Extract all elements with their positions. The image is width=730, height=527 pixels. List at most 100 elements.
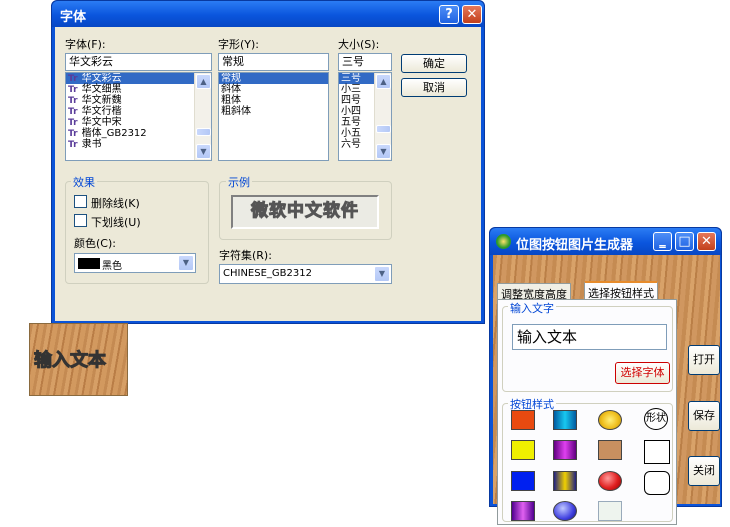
- shape-button[interactable]: 形状: [644, 408, 668, 430]
- style-swatch-violet[interactable]: [511, 501, 535, 521]
- list-item-label: 四号: [341, 95, 361, 106]
- list-item[interactable]: 粗斜体: [219, 106, 328, 117]
- shape-square-button[interactable]: [644, 440, 670, 464]
- list-item[interactable]: Tr 华文中宋: [66, 117, 211, 128]
- style-label: 字形(Y):: [218, 38, 260, 51]
- list-item-label: 华文新魏: [81, 95, 122, 106]
- style-swatch-blue-ball[interactable]: [553, 501, 577, 521]
- sample-preview: 微软中文软件: [231, 195, 379, 229]
- text-input[interactable]: 输入文本: [512, 324, 667, 350]
- generator-title: 位图按钮图片生成器: [516, 238, 634, 253]
- strikeout-checkbox[interactable]: [74, 195, 87, 208]
- list-item[interactable]: Tr 隶书: [66, 139, 211, 150]
- list-item-label: 楷体_GB2312: [81, 128, 147, 139]
- list-item-label: 华文彩云: [81, 73, 122, 84]
- close-button[interactable]: 关闭: [688, 456, 720, 486]
- open-button[interactable]: 打开: [688, 345, 720, 375]
- color-swatch: [78, 258, 100, 269]
- scroll-up-icon[interactable]: ▲: [376, 74, 391, 89]
- chevron-down-icon[interactable]: ▼: [178, 255, 194, 271]
- scroll-down-icon[interactable]: ▼: [376, 144, 391, 159]
- list-item-label: 小五: [341, 128, 361, 139]
- style-swatch-grid[interactable]: [598, 501, 622, 521]
- scroll-up-icon[interactable]: ▲: [196, 74, 211, 89]
- font-input[interactable]: 华文彩云: [65, 53, 212, 71]
- font-dialog: 字体 ? ✕ 字体(F): 华文彩云 Tr 华文彩云 Tr 华文细黑 Tr 华文新魏 Tr 华…: [51, 0, 485, 324]
- tab-style[interactable]: 选择按钮样式: [584, 281, 658, 301]
- list-item[interactable]: Tr 华文细黑: [66, 84, 211, 95]
- style-panel: 输入文字 输入文本 选择字体 按钮样式 形状: [497, 299, 677, 525]
- style-swatch-gold[interactable]: [553, 471, 577, 491]
- list-item-label: 小四: [341, 106, 361, 117]
- shape-rounded-button[interactable]: [644, 471, 670, 495]
- font-dialog-title: 字体: [60, 10, 87, 25]
- charset-combo[interactable]: CHINESE_GB2312 ▼: [219, 264, 392, 284]
- list-item[interactable]: Tr 华文新魏: [66, 95, 211, 106]
- list-item[interactable]: 斜体: [219, 84, 328, 95]
- list-item-label: 六号: [341, 139, 361, 150]
- color-value: 黑色: [102, 261, 122, 272]
- color-label: 颜色(C):: [74, 237, 116, 250]
- sample-title: 示例: [226, 174, 252, 190]
- size-label: 大小(S):: [338, 38, 380, 51]
- close-icon[interactable]: ✕: [462, 5, 482, 24]
- style-swatch-yellow-ball[interactable]: [598, 410, 622, 430]
- style-swatch-red-ball[interactable]: [598, 471, 622, 491]
- size-list-scrollbar[interactable]: ▲ ▼: [374, 73, 391, 160]
- font-list[interactable]: Tr 华文彩云 Tr 华文细黑 Tr 华文新魏 Tr 华文行楷 Tr 华文中宋 Tr 楷体_GB231…: [65, 72, 212, 161]
- style-swatch-orange[interactable]: [511, 410, 535, 430]
- button-preview-image: 输入文本: [29, 323, 128, 396]
- list-item-label: 斜体: [221, 84, 241, 95]
- charset-value: CHINESE_GB2312: [223, 268, 312, 279]
- generator-titlebar[interactable]: 位图按钮图片生成器 ‗ □ ✕: [490, 228, 721, 255]
- list-item[interactable]: Tr 华文彩云: [66, 73, 211, 84]
- list-item[interactable]: 粗体: [219, 95, 328, 106]
- strikeout-label: 删除线(K): [91, 197, 140, 210]
- list-item-label: 华文中宋: [81, 117, 122, 128]
- ok-button[interactable]: 确定: [401, 54, 467, 73]
- list-item[interactable]: Tr 华文行楷: [66, 106, 211, 117]
- save-button[interactable]: 保存: [688, 401, 720, 431]
- style-swatch-purple[interactable]: [553, 440, 577, 460]
- input-group-title: 输入文字: [508, 300, 556, 316]
- underline-label: 下划线(U): [91, 216, 141, 229]
- style-list[interactable]: 常规 斜体 粗体 粗斜体: [218, 72, 329, 161]
- size-input[interactable]: 三号: [338, 53, 392, 71]
- scroll-down-icon[interactable]: ▼: [196, 144, 211, 159]
- charset-label: 字符集(R):: [219, 249, 272, 262]
- generator-client: 调整宽度高度 选择按钮样式 输入文字 输入文本 选择字体 按钮样式 形状 打开 …: [493, 255, 720, 525]
- preview-text: 输入文本: [34, 350, 107, 372]
- underline-checkbox[interactable]: [74, 214, 87, 227]
- style-input[interactable]: 常规: [218, 53, 329, 71]
- cancel-button[interactable]: 取消: [401, 78, 467, 97]
- style-swatch-cyan[interactable]: [553, 410, 577, 430]
- size-list[interactable]: 三号 小三 四号 小四 五号 小五 六号 ▲ ▼: [338, 72, 392, 161]
- choose-font-button[interactable]: 选择字体: [615, 362, 670, 384]
- scroll-thumb[interactable]: [196, 128, 211, 136]
- color-combo[interactable]: 黑色 ▼: [74, 253, 196, 273]
- list-item-label: 常规: [221, 73, 241, 84]
- list-item-label: 隶书: [81, 139, 102, 150]
- list-item-label: 粗体: [221, 95, 241, 106]
- minimize-icon[interactable]: ‗: [653, 232, 672, 251]
- style-swatch-blue[interactable]: [511, 471, 535, 491]
- style-swatch-wood[interactable]: [598, 440, 622, 460]
- close-icon[interactable]: ✕: [697, 232, 716, 251]
- maximize-icon[interactable]: □: [675, 232, 694, 251]
- generator-window: 位图按钮图片生成器 ‗ □ ✕ 调整宽度高度 选择按钮样式 输入文字 输入文本 …: [489, 227, 722, 525]
- font-label: 字体(F):: [65, 38, 106, 51]
- font-dialog-titlebar[interactable]: 字体 ? ✕: [52, 1, 484, 27]
- list-item-label: 小三: [341, 84, 361, 95]
- style-swatch-yellow[interactable]: [511, 440, 535, 460]
- list-item-label: 华文细黑: [81, 84, 122, 95]
- font-dialog-client: 字体(F): 华文彩云 Tr 华文彩云 Tr 华文细黑 Tr 华文新魏 Tr 华文行楷 Tr 华文…: [55, 27, 481, 321]
- scroll-thumb[interactable]: [376, 125, 391, 133]
- help-icon[interactable]: ?: [439, 5, 459, 24]
- font-list-scrollbar[interactable]: ▲ ▼: [194, 73, 211, 160]
- list-item[interactable]: Tr 楷体_GB2312: [66, 128, 211, 139]
- chevron-down-icon[interactable]: ▼: [374, 266, 390, 282]
- list-item[interactable]: 常规: [219, 73, 328, 84]
- list-item-label: 粗斜体: [221, 106, 251, 117]
- list-item-label: 三号: [341, 73, 361, 84]
- truetype-icon: Tr: [68, 140, 78, 150]
